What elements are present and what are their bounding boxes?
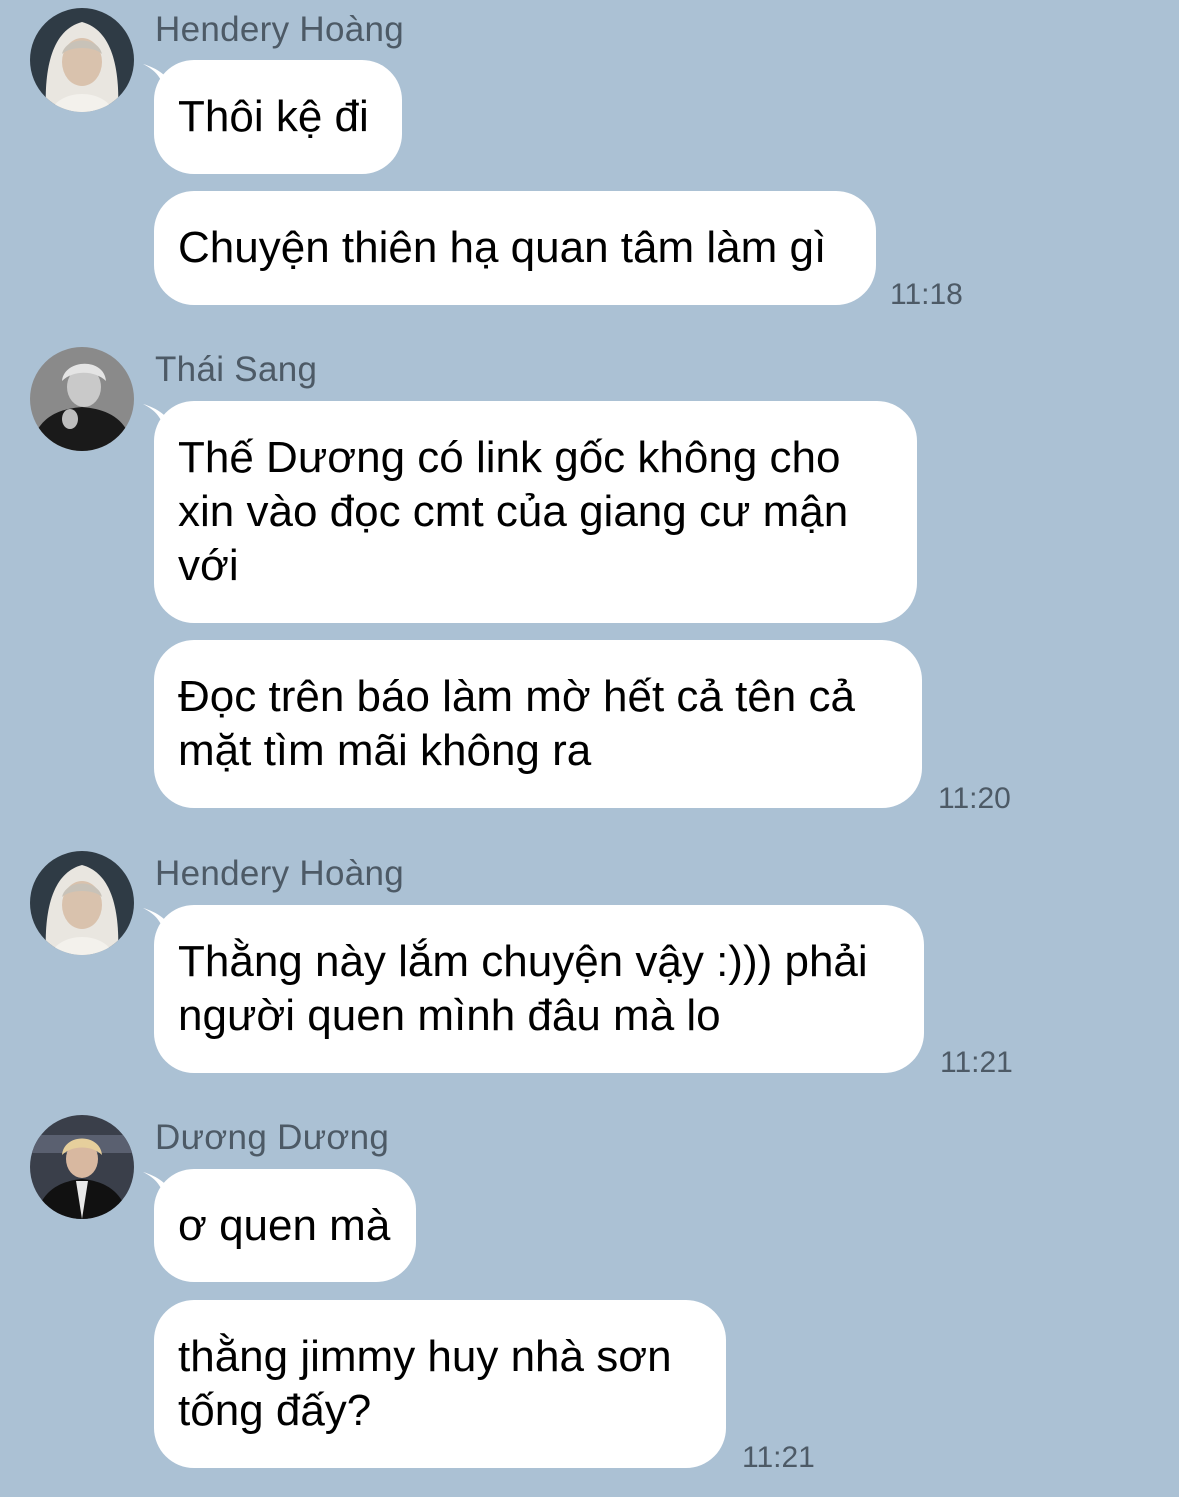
message-text: Đọc trên báo làm mờ hết cả tên cả mặt tì… (178, 672, 855, 775)
message-time: 11:20 (938, 782, 1011, 815)
message-bubble[interactable]: Thôi kệ đi (154, 60, 402, 174)
message-text: ơ quen mà (178, 1200, 391, 1250)
sender-name: Dương Dương (155, 1118, 390, 1157)
message-bubble[interactable]: ơ quen mà (154, 1169, 416, 1282)
message-time: 11:21 (940, 1046, 1013, 1079)
message-text: Chuyện thiên hạ quan tâm làm gì (178, 223, 827, 272)
message-text: Thế Dương có link gốc không cho xin vào … (178, 433, 849, 590)
message-bubble[interactable]: Chuyện thiên hạ quan tâm làm gì (154, 191, 876, 305)
message-bubble[interactable]: thằng jimmy huy nhà sơn tống đấy? (154, 1300, 726, 1468)
sender-name: Thái Sang (155, 350, 318, 389)
message-text: Thằng này lắm chuyện vậy :))) phải người… (178, 937, 868, 1040)
message-text: thằng jimmy huy nhà sơn tống đấy? (178, 1332, 672, 1435)
message-time: 11:21 (742, 1441, 815, 1474)
avatar-hendery-icon[interactable] (30, 8, 134, 112)
message-bubble[interactable]: Thằng này lắm chuyện vậy :))) phải người… (154, 905, 924, 1073)
avatar-hendery-icon[interactable] (30, 851, 134, 955)
sender-name: Hendery Hoàng (155, 854, 405, 893)
message-text: Thôi kệ đi (178, 92, 369, 141)
message-bubble[interactable]: Thế Dương có link gốc không cho xin vào … (154, 401, 917, 623)
sender-name: Hendery Hoàng (155, 10, 405, 49)
message-bubble[interactable]: Đọc trên báo làm mờ hết cả tên cả mặt tì… (154, 640, 922, 808)
chat-view[interactable]: Hendery Hoàng Thôi kệ đi Chuyện thiên hạ… (0, 0, 1179, 1497)
message-time: 11:18 (890, 278, 963, 311)
avatar-thai-sang-icon[interactable] (30, 347, 134, 451)
avatar-duong-duong-icon[interactable] (30, 1115, 134, 1219)
